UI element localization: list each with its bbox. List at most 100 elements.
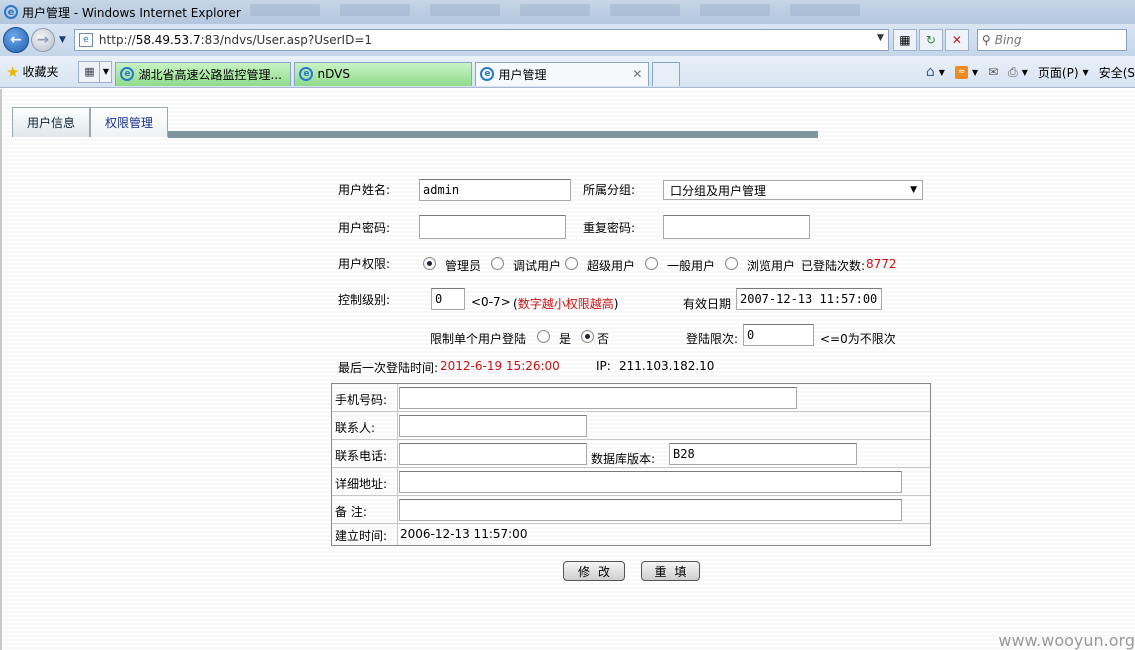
- background-windows: [250, 4, 860, 16]
- single-login-yes-label: 是: [559, 332, 572, 346]
- table-row: 详细地址:: [332, 468, 930, 496]
- favorites-tabs-bar: ★ 收藏夹 ▦ ▼ e 湖北省高速公路监控管理... e nDVS e 用户管理…: [0, 56, 1135, 88]
- browser-tab-label: 湖北省高速公路监控管理...: [138, 67, 282, 82]
- control-level-range: <0-7>: [471, 295, 511, 309]
- address-input-field[interactable]: [399, 471, 902, 493]
- phone-input[interactable]: [399, 443, 587, 465]
- contact-input[interactable]: [399, 415, 587, 437]
- role-radio-normal[interactable]: [645, 257, 658, 270]
- username-input[interactable]: admin: [419, 179, 571, 201]
- username-label: 用户姓名:: [338, 183, 391, 197]
- print-icon[interactable]: ⎙: [1008, 65, 1018, 80]
- contact-label: 联系人:: [335, 421, 376, 435]
- browser-tab-3[interactable]: e 用户管理 ✕: [475, 61, 650, 86]
- safety-menu[interactable]: 安全(S: [1099, 64, 1135, 81]
- last-login-time: 2012-6-19 15:26:00: [440, 359, 560, 373]
- ip-label: IP:: [596, 359, 611, 373]
- mobile-label: 手机号码:: [335, 393, 388, 407]
- rss-icon[interactable]: ≈: [954, 65, 968, 79]
- favorites-label: 收藏夹: [22, 65, 59, 79]
- address-input[interactable]: e http://58.49.53.7:83/ndvs/User.asp?Use…: [73, 29, 889, 51]
- home-icon[interactable]: ⌂: [926, 64, 935, 80]
- browser-tab-2[interactable]: e nDVS: [294, 61, 473, 86]
- role-radio-super[interactable]: [565, 257, 578, 270]
- table-row: 备 注:: [332, 496, 930, 524]
- address-url: http://58.49.53.7:83/ndvs/User.asp?UserI…: [98, 33, 373, 47]
- group-selected-value: 口分组及用户管理: [670, 183, 767, 198]
- refresh-icon[interactable]: ↻: [918, 29, 943, 51]
- role-radio-admin[interactable]: [423, 257, 436, 270]
- chevron-down-icon[interactable]: ▼: [1022, 68, 1028, 77]
- mail-icon[interactable]: ✉: [988, 65, 998, 79]
- search-placeholder: Bing: [994, 33, 1022, 47]
- tab-permissions[interactable]: 权限管理: [90, 107, 168, 137]
- favorites-button[interactable]: ★ 收藏夹: [6, 63, 58, 81]
- browser-tab-label: 用户管理: [498, 67, 547, 82]
- password-label: 用户密码:: [338, 221, 391, 235]
- modify-button[interactable]: 修改: [563, 561, 625, 581]
- role-label-browse: 浏览用户: [747, 259, 796, 273]
- login-limit-note: <=0为不限次: [820, 332, 896, 346]
- back-button[interactable]: ←: [3, 27, 29, 53]
- chevron-down-icon[interactable]: ▼: [939, 68, 945, 77]
- db-version-input[interactable]: B28: [669, 443, 857, 465]
- control-level-input[interactable]: 0: [431, 288, 465, 310]
- window-titlebar: e 用户管理 - Windows Internet Explorer: [0, 0, 1135, 24]
- search-input[interactable]: ⚲ Bing: [976, 29, 1127, 51]
- address-label: 详细地址:: [335, 477, 388, 491]
- tab-divider: [168, 131, 818, 138]
- group-select[interactable]: 口分组及用户管理 ▼: [663, 180, 923, 200]
- chevron-down-icon[interactable]: ▼: [972, 68, 978, 77]
- role-label-super: 超级用户: [587, 259, 636, 273]
- repeat-password-input[interactable]: [663, 215, 810, 239]
- watermark: www.wooyun.org: [998, 631, 1135, 650]
- role-radio-debug[interactable]: [491, 257, 504, 270]
- table-row: 建立时间: 2006-12-13 11:57:00: [332, 524, 930, 545]
- page-menu[interactable]: 页面(P): [1038, 64, 1079, 81]
- ie-logo-icon: e: [4, 5, 18, 19]
- phone-label: 联系电话:: [335, 449, 388, 463]
- address-toolbar: ← → ▼ e http://58.49.53.7:83/ndvs/User.a…: [0, 24, 1135, 56]
- login-limit-input[interactable]: 0: [743, 324, 814, 346]
- group-label: 所属分组:: [583, 183, 636, 197]
- db-version-label: 数据库版本:: [591, 452, 656, 466]
- role-radio-browse[interactable]: [725, 257, 738, 270]
- forward-button[interactable]: →: [31, 28, 55, 52]
- valid-date-label: 有效日期: [683, 297, 732, 311]
- chevron-down-icon: ▼: [910, 185, 917, 195]
- created-label: 建立时间:: [335, 529, 388, 543]
- reset-button[interactable]: 重填: [641, 561, 700, 581]
- login-limit-label: 登陆限次:: [686, 332, 739, 346]
- created-value: 2006-12-13 11:57:00: [400, 527, 528, 541]
- browser-tab-1[interactable]: e 湖北省高速公路监控管理...: [115, 61, 292, 86]
- ie-page-icon: e: [480, 67, 495, 81]
- single-login-yes-radio[interactable]: [537, 330, 550, 343]
- page-left-border: [0, 89, 2, 650]
- valid-date-input[interactable]: 2007-12-13 11:57:00: [736, 288, 882, 310]
- history-dropdown-icon[interactable]: ▼: [59, 35, 66, 45]
- search-icon: ⚲: [981, 33, 991, 47]
- close-tab-icon[interactable]: ✕: [632, 67, 642, 81]
- note-label: 备 注:: [335, 505, 367, 519]
- table-row: 手机号码:: [332, 384, 930, 412]
- control-level-label: 控制级别:: [338, 293, 391, 307]
- tab-list-dropdown-icon[interactable]: ▼: [100, 60, 113, 83]
- note-input[interactable]: [399, 499, 902, 521]
- address-dropdown-icon[interactable]: ▼: [877, 33, 884, 43]
- window-title: 用户管理 - Windows Internet Explorer: [22, 5, 241, 20]
- contact-info-table: 手机号码: 联系人: 联系电话: 数据库版本: B28 详细地址: 备 注: 建…: [331, 383, 931, 546]
- role-label-admin: 管理员: [445, 259, 482, 273]
- last-login-label: 最后一次登陆时间:: [338, 361, 439, 375]
- quick-tabs-icon[interactable]: ▦: [78, 60, 101, 83]
- ie-page-icon: e: [299, 67, 314, 81]
- chevron-down-icon[interactable]: ▼: [1083, 68, 1089, 77]
- single-login-no-radio[interactable]: [581, 330, 594, 343]
- password-input[interactable]: [419, 215, 566, 239]
- compat-view-icon[interactable]: ▦: [892, 29, 917, 51]
- new-tab-button[interactable]: [652, 61, 681, 86]
- mobile-input[interactable]: [399, 387, 797, 409]
- table-row: 联系电话: 数据库版本: B28: [332, 440, 930, 468]
- tab-user-info[interactable]: 用户信息: [12, 107, 90, 137]
- single-login-label: 限制单个用户登陆: [430, 332, 527, 346]
- stop-icon[interactable]: ✕: [944, 29, 969, 51]
